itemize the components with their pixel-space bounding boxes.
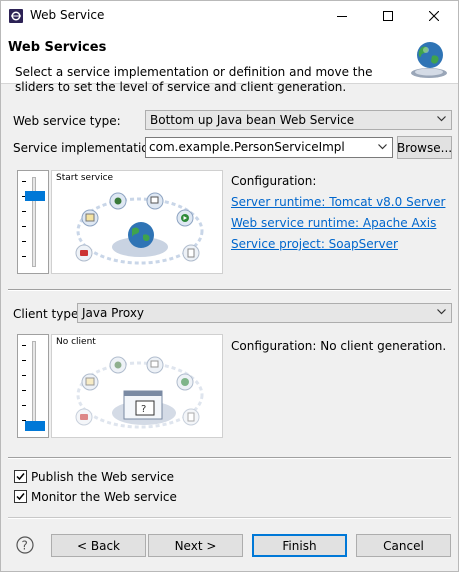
slider-tick [22,211,26,212]
separator [8,517,451,519]
svg-text:?: ? [141,404,146,415]
finish-button[interactable]: Finish [252,534,347,557]
wizard-window: Web Service Web Services Select a servic… [0,0,459,572]
cancel-button[interactable]: Cancel [356,534,451,557]
web-service-runtime-link[interactable]: Web service runtime: Apache Axis [231,216,436,230]
client-type-value: Java Proxy [82,306,145,320]
web-service-type-value: Bottom up Java bean Web Service [150,113,355,127]
slider-thumb[interactable] [25,190,45,201]
slider-tick [22,390,26,391]
web-service-type-select[interactable]: Bottom up Java bean Web Service [145,110,452,130]
service-cycle-illustration [75,192,204,265]
window-title: Web Service [30,8,105,22]
slider-tick [22,345,26,346]
maximize-icon [383,11,393,21]
service-implementation-combo[interactable]: com.example.PersonServiceImpl [145,137,393,158]
service-implementation-value: com.example.PersonServiceImpl [149,140,345,154]
next-button[interactable]: Next > [148,534,243,557]
browse-button[interactable]: Browse... [397,136,452,159]
slider-tick [22,360,26,361]
service-project-link[interactable]: Service project: SoapServer [231,237,398,251]
maximize-button[interactable] [366,1,410,31]
server-runtime-link[interactable]: Server runtime: Tomcat v8.0 Server [231,195,445,209]
client-level-slider[interactable] [17,334,49,438]
monitor-label[interactable]: Monitor the Web service [31,490,177,504]
close-icon [429,11,439,21]
client-cycle-illustration: ? [75,356,204,429]
service-configuration-label: Configuration: [231,174,317,188]
service-illustration: Start service [51,170,223,274]
monitor-checkbox[interactable] [14,490,27,503]
svg-text:?: ? [22,539,28,553]
page-title: Web Services [8,40,107,55]
back-button[interactable]: < Back [51,534,146,557]
slider-tick [22,405,26,406]
client-illustration: No client ? [51,334,223,438]
client-type-label: Client type: [13,307,83,321]
slider-thumb[interactable] [25,421,45,431]
service-level-slider[interactable] [17,170,49,274]
slider-tick [22,226,26,227]
client-type-select[interactable]: Java Proxy [77,303,452,323]
slider-tick [22,241,26,242]
separator [8,289,451,291]
title-bar: Web Service [1,1,458,31]
slider-tick [22,256,26,257]
chevron-down-icon [378,144,387,150]
web-services-globe-icon [411,42,447,78]
page-description: Select a service implementation or defin… [15,65,373,94]
separator [8,457,451,459]
close-button[interactable] [412,1,456,31]
slider-tick [22,375,26,376]
wizard-header: Web Services Select a service implementa… [1,31,458,94]
minimize-icon [337,16,347,17]
chevron-down-icon [437,309,446,315]
chevron-down-icon [437,116,446,122]
eclipse-icon [9,9,23,23]
minimize-button[interactable] [320,1,364,31]
publish-label[interactable]: Publish the Web service [31,470,174,484]
slider-tick [22,181,26,182]
service-implementation-label: Service implementation: [13,141,161,155]
help-icon[interactable]: ? [16,536,34,554]
checkmark-icon [16,473,25,481]
slider-track [32,341,36,431]
publish-checkbox[interactable] [14,470,27,483]
web-service-type-label: Web service type: [13,114,121,128]
client-configuration-text: Configuration: No client generation. [231,339,447,353]
checkmark-icon [16,493,25,501]
